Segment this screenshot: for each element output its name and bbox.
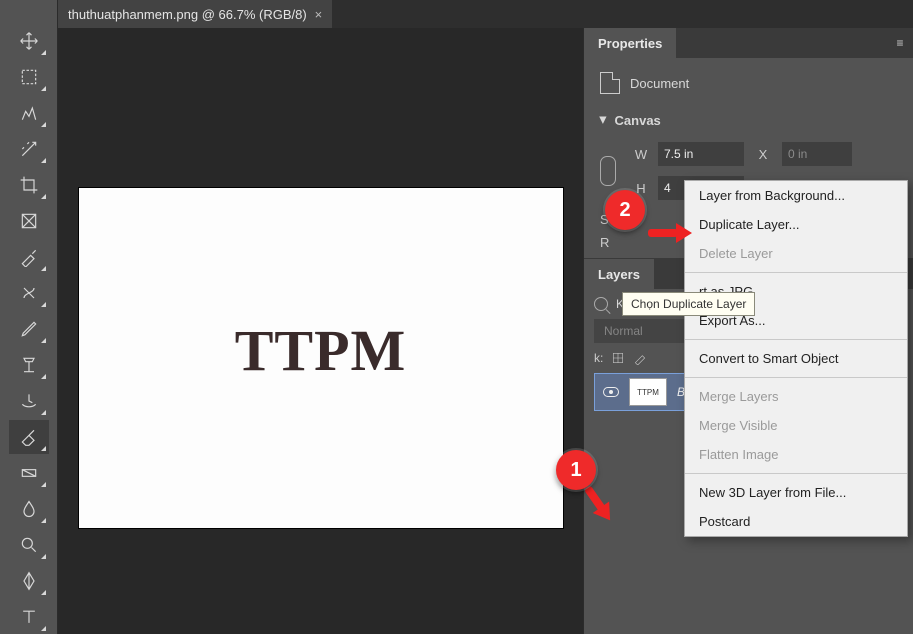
document-tab[interactable]: thuthuatphanmem.png @ 66.7% (RGB/8) ×: [58, 0, 332, 28]
close-icon[interactable]: ×: [315, 7, 323, 22]
menu-separator: [685, 473, 907, 474]
link-dimensions-icon[interactable]: [600, 156, 616, 186]
properties-tabstrip: Properties ≡: [584, 28, 913, 58]
menu-item[interactable]: Postcard: [685, 507, 907, 536]
width-input[interactable]: [658, 142, 744, 166]
pen-tool[interactable]: [9, 564, 49, 598]
annotation-badge-1: 1: [556, 450, 596, 490]
annotation-arrow-2: [648, 225, 692, 239]
menu-separator: [685, 272, 907, 273]
canvas-section-title: Canvas: [615, 113, 661, 128]
type-tool[interactable]: [9, 600, 49, 634]
menu-item[interactable]: Duplicate Layer...: [685, 210, 907, 239]
layer-context-menu: Layer from Background...Duplicate Layer.…: [684, 180, 908, 537]
clone-stamp-tool[interactable]: [9, 348, 49, 382]
tools-toolbar: [0, 0, 58, 634]
canvas-workspace[interactable]: TTPM: [58, 28, 583, 634]
menu-item[interactable]: Convert to Smart Object: [685, 344, 907, 373]
annotation-badge-2: 2: [605, 190, 645, 230]
panel-menu-icon[interactable]: ≡: [887, 28, 913, 58]
properties-doc-label: Document: [630, 76, 689, 91]
magic-wand-tool[interactable]: [9, 132, 49, 166]
search-icon: [594, 297, 608, 311]
document-tabbar: thuthuatphanmem.png @ 66.7% (RGB/8) ×: [58, 0, 913, 28]
canvas-section-header[interactable]: ▸ Canvas: [600, 112, 897, 128]
tab-properties[interactable]: Properties: [584, 28, 676, 58]
menu-separator: [685, 339, 907, 340]
layer-thumbnail[interactable]: TTPM: [629, 378, 667, 406]
x-input: [782, 142, 852, 166]
menu-separator: [685, 377, 907, 378]
lock-label: k:: [594, 351, 603, 365]
frame-tool[interactable]: [9, 204, 49, 238]
eyedropper-tool[interactable]: [9, 240, 49, 274]
menu-item: Merge Layers: [685, 382, 907, 411]
marquee-tool[interactable]: [9, 60, 49, 94]
document-tab-title: thuthuatphanmem.png @ 66.7% (RGB/8): [68, 7, 307, 22]
tab-layers[interactable]: Layers: [584, 259, 654, 289]
lock-pixels-icon[interactable]: [611, 351, 625, 365]
move-tool[interactable]: [9, 24, 49, 58]
w-label: W: [630, 147, 652, 162]
x-label: X: [750, 147, 776, 162]
dodge-tool[interactable]: [9, 528, 49, 562]
eraser-tool[interactable]: [9, 420, 49, 454]
chevron-down-icon: ▸: [595, 117, 611, 124]
crop-tool[interactable]: [9, 168, 49, 202]
menu-item: Flatten Image: [685, 440, 907, 469]
menu-item: Delete Layer: [685, 239, 907, 268]
document-icon: [600, 72, 620, 94]
menu-item[interactable]: New 3D Layer from File...: [685, 478, 907, 507]
healing-brush-tool[interactable]: [9, 276, 49, 310]
pencil-tool[interactable]: [9, 312, 49, 346]
menu-item: Merge Visible: [685, 411, 907, 440]
menu-item[interactable]: Layer from Background...: [685, 181, 907, 210]
canvas[interactable]: TTPM: [79, 188, 563, 528]
canvas-artwork-text: TTPM: [235, 317, 407, 384]
blur-tool[interactable]: [9, 492, 49, 526]
gradient-tool[interactable]: [9, 456, 49, 490]
lasso-tool[interactable]: [9, 96, 49, 130]
history-brush-tool[interactable]: [9, 384, 49, 418]
lock-brush-icon[interactable]: [633, 351, 647, 365]
tooltip: Chọn Duplicate Layer: [622, 292, 755, 316]
visibility-eye-icon[interactable]: [603, 387, 619, 397]
properties-doc-row: Document: [600, 72, 897, 94]
